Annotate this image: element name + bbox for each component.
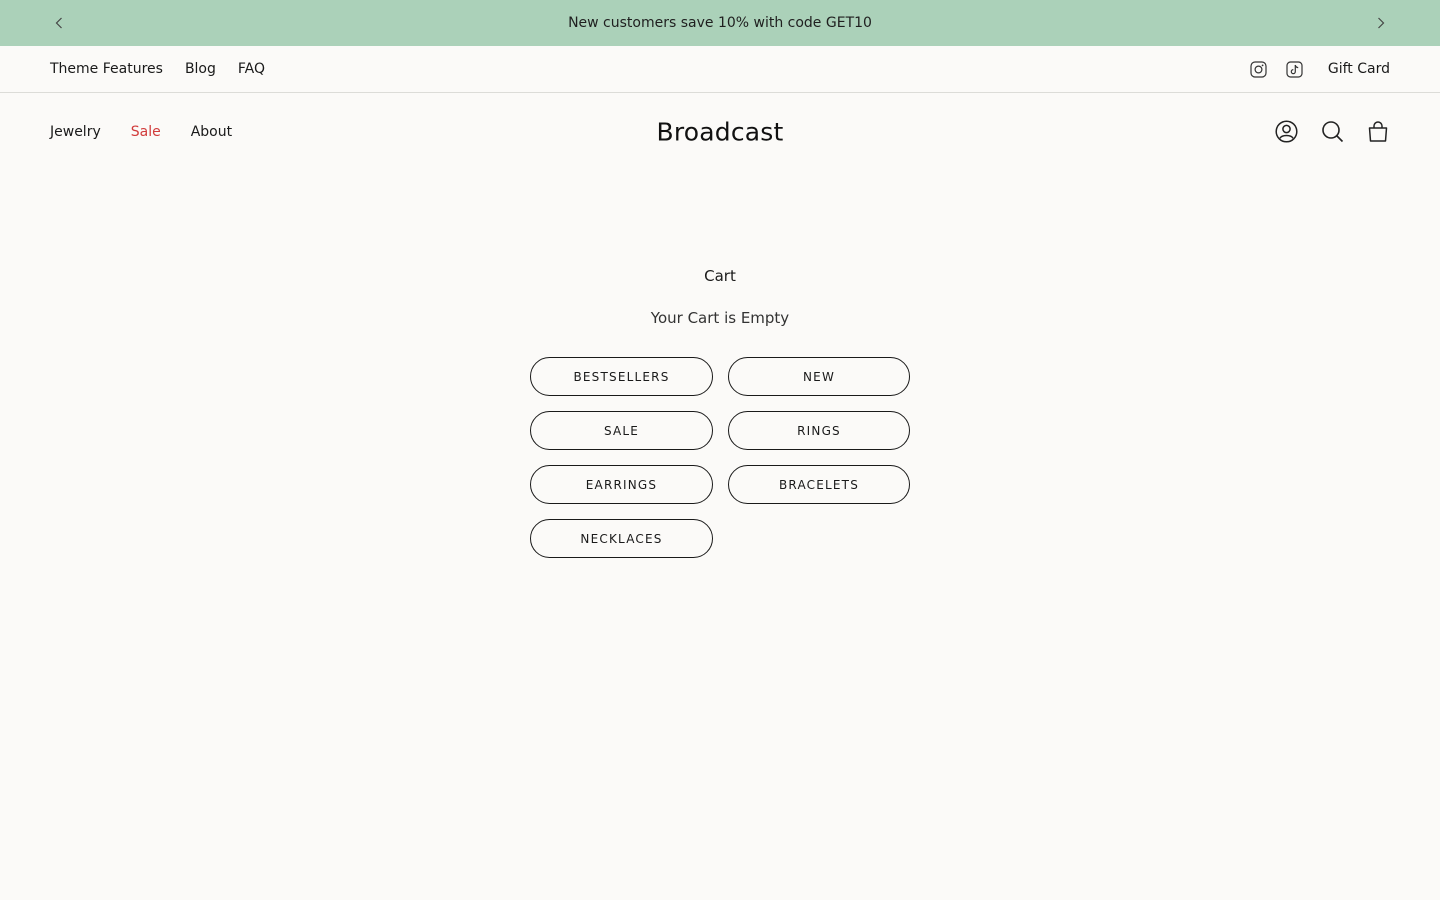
search-icon[interactable] xyxy=(1320,120,1344,144)
collection-button-bestsellers[interactable]: BESTSELLERS xyxy=(530,357,713,396)
cart-title: Cart xyxy=(704,267,736,285)
collection-button-rings[interactable]: RINGS xyxy=(728,411,910,450)
cart-icon[interactable] xyxy=(1366,120,1390,144)
account-icon[interactable] xyxy=(1274,120,1298,144)
announcement-message: New customers save 10% with code GET10 xyxy=(568,15,872,31)
header-icons xyxy=(1274,120,1390,144)
utility-links: Theme Features Blog FAQ xyxy=(50,61,265,77)
chevron-left-icon xyxy=(55,17,62,29)
cart-section: Cart Your Cart is Empty BESTSELLERS NEW … xyxy=(0,170,1440,558)
collection-buttons: BESTSELLERS NEW SALE RINGS EARRINGS BRAC… xyxy=(530,357,910,558)
tiktok-icon[interactable] xyxy=(1286,60,1304,78)
collection-button-sale[interactable]: SALE xyxy=(530,411,713,450)
nav-item-sale[interactable]: Sale xyxy=(131,124,161,140)
chevron-right-icon xyxy=(1378,17,1385,29)
nav-item-jewelry[interactable]: Jewelry xyxy=(50,124,101,140)
announcement-bar: New customers save 10% with code GET10 xyxy=(0,0,1440,46)
utility-link-theme-features[interactable]: Theme Features xyxy=(50,61,163,77)
collection-button-bracelets[interactable]: BRACELETS xyxy=(728,465,910,504)
cart-empty-message: Your Cart is Empty xyxy=(650,309,790,327)
utility-right: Gift Card xyxy=(1250,60,1390,78)
utility-link-blog[interactable]: Blog xyxy=(185,61,216,77)
site-logo[interactable]: Broadcast xyxy=(656,117,783,146)
collection-button-necklaces[interactable]: NECKLACES xyxy=(530,519,713,558)
gift-card-link[interactable]: Gift Card xyxy=(1328,61,1390,77)
announcement-prev-button[interactable] xyxy=(36,0,82,46)
collection-button-new[interactable]: NEW xyxy=(728,357,910,396)
main-nav: Jewelry Sale About xyxy=(50,124,232,140)
collection-button-earrings[interactable]: EARRINGS xyxy=(530,465,713,504)
nav-item-about[interactable]: About xyxy=(191,124,232,140)
announcement-next-button[interactable] xyxy=(1358,0,1404,46)
instagram-icon[interactable] xyxy=(1250,60,1268,78)
utility-bar: Theme Features Blog FAQ Gift Card xyxy=(0,46,1440,93)
utility-link-faq[interactable]: FAQ xyxy=(238,61,265,77)
site-header: Jewelry Sale About Broadcast xyxy=(0,93,1440,170)
